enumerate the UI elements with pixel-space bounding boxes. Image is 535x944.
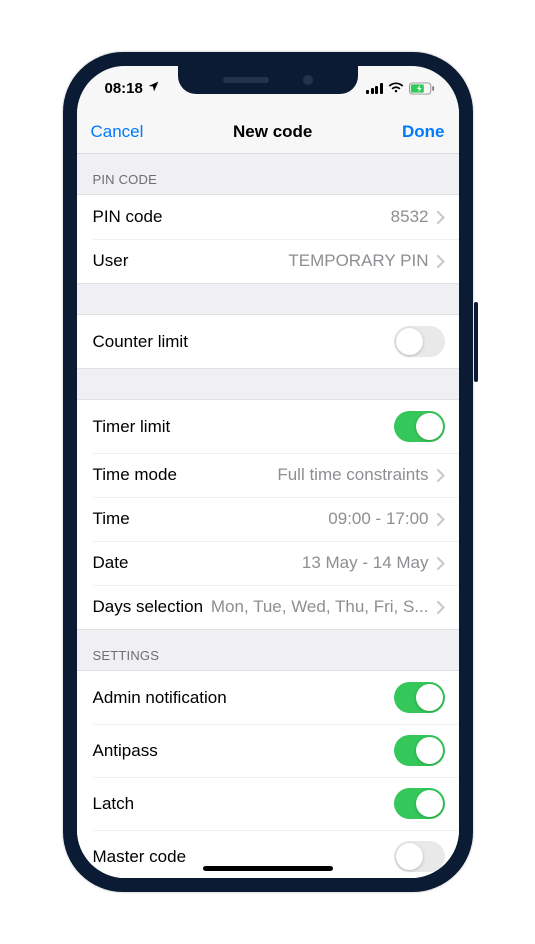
- section-header-pin: PIN CODE: [77, 154, 459, 194]
- days-label: Days selection: [93, 597, 204, 617]
- pin-code-value: 8532: [391, 207, 429, 227]
- notch: [178, 66, 358, 94]
- row-time-mode[interactable]: Time mode Full time constraints: [77, 453, 459, 497]
- chevron-right-icon: [437, 601, 445, 614]
- location-icon: [147, 80, 160, 97]
- latch-switch[interactable]: [394, 788, 445, 819]
- admin-notification-switch[interactable]: [394, 682, 445, 713]
- date-value: 13 May - 14 May: [302, 553, 429, 573]
- row-days[interactable]: Days selection Mon, Tue, Wed, Thu, Fri, …: [77, 585, 459, 629]
- home-indicator[interactable]: [203, 866, 333, 871]
- cellular-icon: [366, 83, 383, 94]
- latch-label: Latch: [93, 794, 135, 814]
- days-value: Mon, Tue, Wed, Thu, Fri, S...: [211, 597, 429, 617]
- row-counter-limit: Counter limit: [77, 315, 459, 368]
- time-value: 09:00 - 17:00: [328, 509, 428, 529]
- chevron-right-icon: [437, 513, 445, 526]
- time-mode-value: Full time constraints: [277, 465, 428, 485]
- counter-limit-label: Counter limit: [93, 332, 188, 352]
- section-header-settings: SETTINGS: [77, 630, 459, 670]
- status-time: 08:18: [105, 80, 143, 97]
- counter-limit-switch[interactable]: [394, 326, 445, 357]
- row-pin-code[interactable]: PIN code 8532: [77, 195, 459, 239]
- antipass-switch[interactable]: [394, 735, 445, 766]
- timer-limit-switch[interactable]: [394, 411, 445, 442]
- timer-limit-label: Timer limit: [93, 417, 171, 437]
- time-label: Time: [93, 509, 130, 529]
- row-admin-notification: Admin notification: [77, 671, 459, 724]
- date-label: Date: [93, 553, 129, 573]
- master-code-label: Master code: [93, 847, 187, 867]
- battery-icon: [409, 82, 435, 95]
- done-button[interactable]: Done: [402, 122, 445, 142]
- row-latch: Latch: [77, 777, 459, 830]
- master-code-switch[interactable]: [394, 841, 445, 872]
- nav-bar: Cancel New code Done: [77, 110, 459, 154]
- row-user[interactable]: User TEMPORARY PIN: [77, 239, 459, 283]
- phone-frame: 08:18 Cancel New code Done PIN CODE: [63, 52, 473, 892]
- row-date[interactable]: Date 13 May - 14 May: [77, 541, 459, 585]
- time-mode-label: Time mode: [93, 465, 177, 485]
- antipass-label: Antipass: [93, 741, 158, 761]
- chevron-right-icon: [437, 255, 445, 268]
- screen: 08:18 Cancel New code Done PIN CODE: [77, 66, 459, 878]
- chevron-right-icon: [437, 469, 445, 482]
- user-value: TEMPORARY PIN: [288, 251, 428, 271]
- row-antipass: Antipass: [77, 724, 459, 777]
- chevron-right-icon: [437, 557, 445, 570]
- chevron-right-icon: [437, 211, 445, 224]
- row-time[interactable]: Time 09:00 - 17:00: [77, 497, 459, 541]
- pin-code-label: PIN code: [93, 207, 163, 227]
- user-label: User: [93, 251, 129, 271]
- row-timer-limit: Timer limit: [77, 400, 459, 453]
- cancel-button[interactable]: Cancel: [91, 122, 144, 142]
- page-title: New code: [233, 122, 312, 142]
- admin-notification-label: Admin notification: [93, 688, 227, 708]
- wifi-icon: [388, 82, 404, 94]
